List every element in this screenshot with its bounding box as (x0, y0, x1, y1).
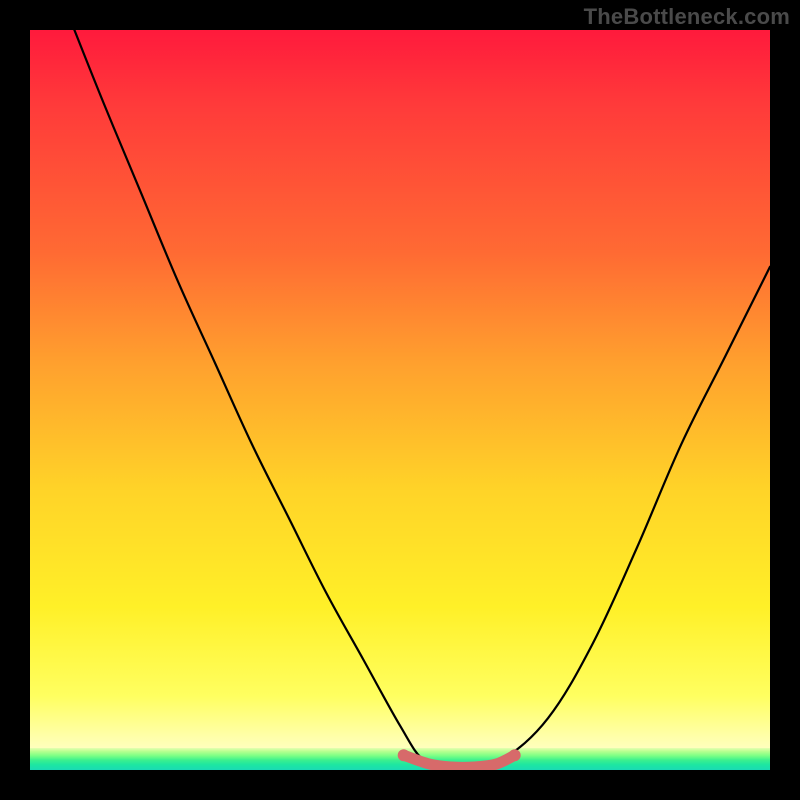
optimal-zone-dot-right (509, 749, 521, 761)
optimal-zone-dot-left (398, 749, 410, 761)
chart-frame: TheBottleneck.com (0, 0, 800, 800)
watermark-text: TheBottleneck.com (584, 4, 790, 30)
chart-svg (30, 30, 770, 770)
plot-area (30, 30, 770, 770)
bottleneck-curve-line (74, 30, 770, 767)
optimal-zone-line (404, 755, 515, 767)
